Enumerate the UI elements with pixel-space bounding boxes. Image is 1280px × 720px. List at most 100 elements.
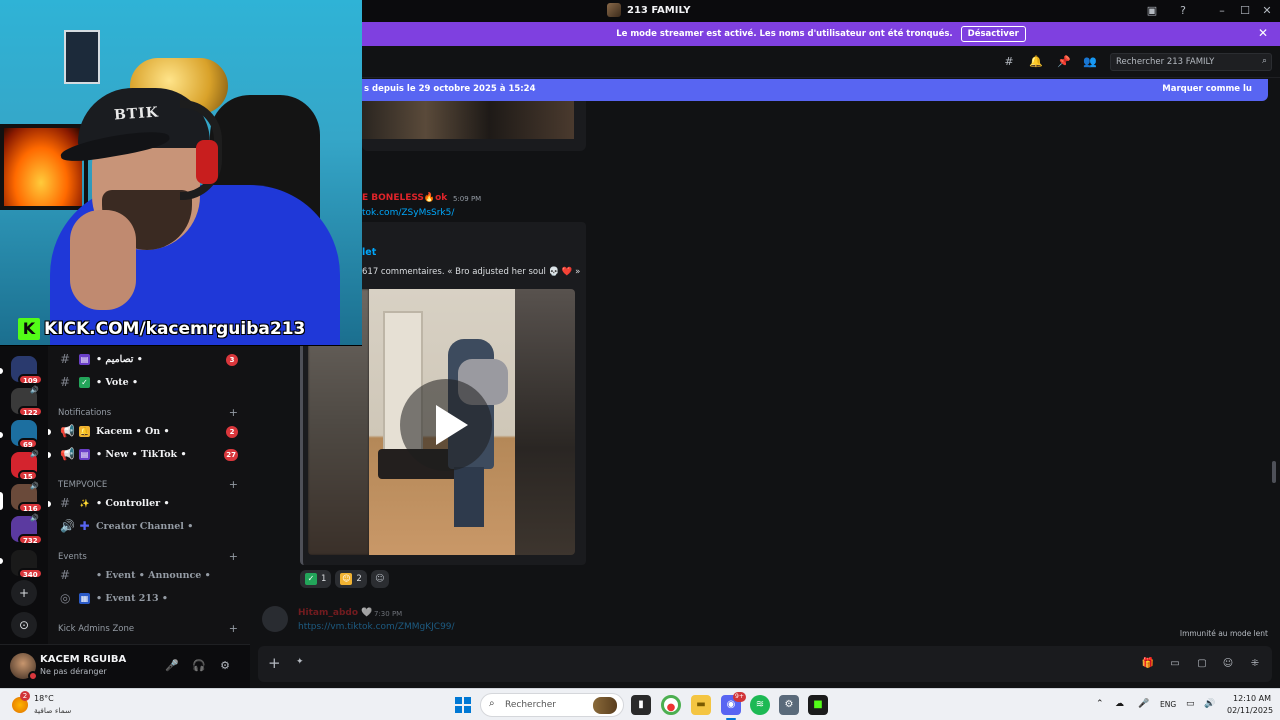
message-list[interactable]: E BONELESS🔥ok 5:09 PM tok.com/ZSyMsSrk5/…: [250, 101, 1280, 644]
file-explorer-icon[interactable]: ▬: [691, 695, 711, 715]
threads-icon[interactable]: #: [1002, 55, 1016, 69]
unread-pill: [48, 501, 51, 507]
weather-description: سماء صافية: [34, 706, 72, 715]
channel-item[interactable]: # ✨ • Controller •: [48, 494, 250, 514]
channel-item[interactable]: # • Event • Announce •: [48, 566, 250, 586]
message-author[interactable]: Hitam_abdo 🤍: [298, 608, 372, 618]
kick-app-icon[interactable]: ■: [808, 695, 828, 715]
channel-item[interactable]: ◎ ▦ • Event 213 •: [48, 589, 250, 609]
chevron-up-icon[interactable]: ⌃: [1096, 699, 1104, 709]
spotify-icon[interactable]: ≋: [750, 695, 770, 715]
message-composer[interactable]: + ✦ 🎁 ▭ ▢ ☺ ⁜: [258, 646, 1272, 682]
help-icon[interactable]: ?: [1176, 4, 1190, 18]
mark-read-button[interactable]: Marquer comme lu: [1162, 84, 1252, 94]
server-icon[interactable]: 340: [11, 550, 43, 579]
close-banner-icon[interactable]: ✕: [1258, 26, 1268, 40]
username[interactable]: KACEM RGUIBA: [40, 654, 126, 665]
language-indicator[interactable]: ENG: [1160, 700, 1176, 709]
unread-pill: [0, 432, 3, 438]
members-icon[interactable]: 👥: [1083, 55, 1097, 69]
check-emoji-icon: ✓: [305, 573, 317, 585]
bell-icon[interactable]: 🔔: [1029, 55, 1043, 69]
clock-date[interactable]: 02/11/2025: [1227, 706, 1273, 715]
screen-share-icon[interactable]: ▣: [1145, 4, 1159, 18]
settings-icon[interactable]: ⚙: [779, 695, 799, 715]
cloud-icon[interactable]: ☁: [1115, 699, 1124, 709]
disable-streamer-button[interactable]: Désactiver: [960, 26, 1026, 42]
server-badge: 340: [18, 568, 43, 579]
discord-window: 213 FAMILY ▣ ? – ☐ ✕ Le mode streamer es…: [0, 0, 1280, 688]
channel-item[interactable]: 📢 ▤ • New • TikTok • 27: [48, 445, 250, 465]
category-tempvoice[interactable]: TEMPVOICE: [58, 480, 107, 490]
close-window-icon[interactable]: ✕: [1260, 4, 1274, 18]
sticker-icon[interactable]: ▢: [1194, 656, 1210, 672]
add-channel-icon[interactable]: +: [229, 622, 238, 635]
clapper-icon: ▤: [79, 354, 90, 365]
pin-icon[interactable]: 📌: [1057, 55, 1071, 69]
add-channel-icon[interactable]: +: [229, 550, 238, 563]
channel-item[interactable]: # ✓ • Vote •: [48, 373, 250, 393]
network-icon[interactable]: ▭: [1186, 699, 1195, 709]
previous-embed-image[interactable]: [362, 101, 574, 139]
emoji-icon[interactable]: ☺: [1220, 656, 1236, 672]
play-icon[interactable]: [400, 379, 492, 471]
gear-icon[interactable]: ⚙: [217, 658, 233, 674]
windows-start-icon[interactable]: [455, 697, 471, 713]
taskbar-search[interactable]: ⌕ Rechercher: [480, 693, 624, 717]
category-notifications[interactable]: Notifications: [58, 408, 111, 418]
search-input[interactable]: Rechercher 213 FAMILY ⌕: [1110, 53, 1272, 71]
category-kick-admins[interactable]: Kick Admins Zone: [58, 624, 134, 634]
hash-icon: #: [60, 352, 71, 366]
reaction-check[interactable]: ✓ 1: [300, 570, 332, 588]
add-channel-icon[interactable]: +: [229, 406, 238, 419]
new-messages-bar[interactable]: s depuis le 29 octobre 2025 à 15:24 Marq…: [356, 79, 1268, 101]
clock-time[interactable]: 12:10 AM: [1233, 694, 1271, 703]
scrollbar[interactable]: [1272, 461, 1276, 483]
minimize-icon[interactable]: –: [1215, 4, 1229, 18]
add-channel-icon[interactable]: +: [229, 478, 238, 491]
server-icon[interactable]: 🔊 15: [11, 450, 39, 481]
weather-temp[interactable]: 18°C: [34, 694, 54, 703]
microphone-icon[interactable]: 🎤: [164, 658, 180, 674]
mention-badge: 2: [226, 426, 238, 438]
server-icon[interactable]: 🔊 732: [11, 514, 43, 545]
discover-icon[interactable]: ⊙: [11, 612, 37, 638]
server-icon[interactable]: 🔊 116: [11, 482, 43, 513]
reaction-laugh[interactable]: ☺ 2: [335, 570, 367, 588]
channel-item[interactable]: 📢 🔔 Kacem • On • 2: [48, 422, 250, 442]
channel-item[interactable]: 🔊 ✚ Creator Channel •: [48, 517, 250, 537]
gif-icon[interactable]: ▭: [1167, 656, 1183, 672]
laugh-emoji-icon: ☺: [340, 573, 353, 585]
new-messages-text: s depuis le 29 octobre 2025 à 15:24: [364, 84, 536, 94]
apps-icon[interactable]: ⁜: [1247, 656, 1263, 672]
server-badge: 732: [18, 534, 43, 545]
gift-icon[interactable]: 🎁: [1140, 656, 1156, 672]
message-link[interactable]: https://vm.tiktok.com/ZMMgKJC99/: [298, 622, 455, 632]
embed-title[interactable]: let: [362, 247, 376, 258]
server-icon[interactable]: 69: [11, 420, 38, 449]
channel-item[interactable]: # ▤ • تصاميم • 3: [48, 350, 250, 370]
category-events[interactable]: Events: [58, 552, 87, 562]
server-badge: 116: [18, 502, 43, 513]
message-link[interactable]: tok.com/ZSyMsSrk5/: [362, 208, 454, 218]
chrome-icon[interactable]: ●: [661, 695, 681, 715]
slowmode-immunity: Immunité au mode lent: [1179, 629, 1268, 638]
maximize-icon[interactable]: ☐: [1238, 4, 1252, 18]
add-server-icon[interactable]: +: [11, 580, 37, 606]
mic-tray-icon[interactable]: 🎤: [1138, 699, 1149, 709]
message-author[interactable]: E BONELESS🔥ok: [362, 193, 447, 203]
video-legs: [454, 467, 484, 527]
avatar[interactable]: [262, 606, 288, 632]
add-reaction-icon[interactable]: ☺: [370, 570, 389, 588]
volume-icon[interactable]: 🔊: [1204, 699, 1215, 709]
sparkle-icon[interactable]: ✦: [296, 657, 304, 667]
attach-plus-icon[interactable]: +: [268, 654, 281, 672]
server-icon[interactable]: 109: [11, 356, 43, 385]
unread-pill: [0, 558, 3, 564]
task-view-icon[interactable]: ▮: [631, 695, 651, 715]
headphones-icon[interactable]: 🎧: [191, 658, 207, 674]
server-badge: 15: [18, 470, 38, 481]
checkbox-icon: ✓: [79, 377, 90, 388]
server-icon[interactable]: 🔊 122: [11, 386, 43, 417]
channel-name: • تصاميم •: [96, 354, 143, 365]
